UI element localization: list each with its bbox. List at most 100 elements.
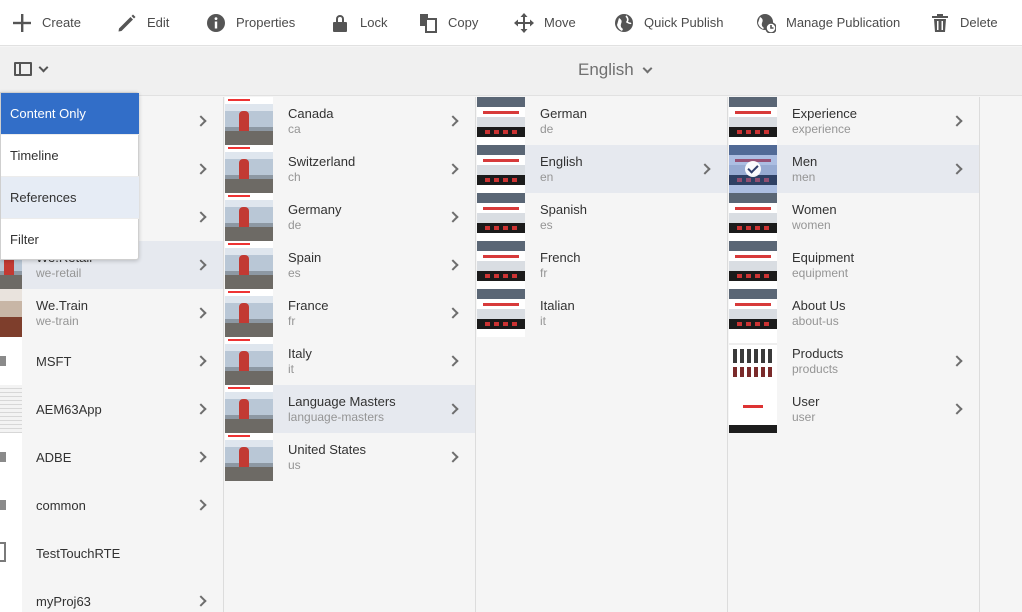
list-item[interactable]: Products products <box>729 337 979 385</box>
chevron-right-icon <box>447 451 459 463</box>
create-button[interactable]: Create <box>12 0 81 46</box>
item-title: Products <box>792 346 844 361</box>
list-item[interactable]: Canada ca <box>225 97 475 145</box>
item-subtitle: fr <box>540 266 548 280</box>
item-title: French <box>540 250 581 265</box>
item-title: Equipment <box>792 250 855 265</box>
lock-button[interactable]: Lock <box>330 0 387 46</box>
item-title: Experience <box>792 106 858 121</box>
action-toolbar: Create Edit Properties Lock Copy Move Qu… <box>0 0 1022 46</box>
item-subtitle: us <box>288 458 301 472</box>
thumbnail <box>225 241 273 289</box>
checkmark-icon[interactable] <box>745 161 761 177</box>
column-empty <box>981 97 1022 612</box>
list-item[interactable]: TestTouchRTE <box>0 529 223 577</box>
thumbnail <box>729 337 777 385</box>
item-title: Canada <box>288 106 334 121</box>
copy-icon <box>420 13 437 33</box>
list-item[interactable]: Experience experience <box>729 97 979 145</box>
copy-button[interactable]: Copy <box>418 0 478 46</box>
list-item[interactable]: Language Masters language-masters <box>225 385 475 433</box>
list-item[interactable]: French fr <box>477 241 727 289</box>
chevron-right-icon <box>951 403 963 415</box>
chevron-down-icon <box>38 62 49 72</box>
page-title-dropdown[interactable]: English <box>578 60 653 80</box>
list-item[interactable]: User user <box>729 385 979 433</box>
list-item[interactable]: Switzerland ch <box>225 145 475 193</box>
list-item[interactable]: Equipment equipment <box>729 241 979 289</box>
create-label: Create <box>42 15 82 30</box>
chevron-right-icon <box>195 307 207 319</box>
chevron-right-icon <box>447 259 459 271</box>
list-item-selected[interactable]: Men men <box>729 145 979 193</box>
list-item[interactable]: Italy it <box>225 337 475 385</box>
page-title: English <box>578 60 634 79</box>
item-subtitle: experience <box>792 122 851 136</box>
item-subtitle: language-masters <box>288 410 385 424</box>
list-item[interactable]: Women women <box>729 193 979 241</box>
move-button[interactable]: Move <box>514 0 576 46</box>
list-item[interactable]: United States us <box>225 433 475 481</box>
view-menu: Content Only Timeline References Filter <box>0 92 139 260</box>
list-item[interactable]: Spain es <box>225 241 475 289</box>
item-subtitle: en <box>540 170 554 184</box>
manage-publication-label: Manage Publication <box>786 15 901 30</box>
lock-label: Lock <box>360 15 388 30</box>
list-item[interactable]: common <box>0 481 223 529</box>
chevron-right-icon <box>447 163 459 175</box>
menu-item-content-only[interactable]: Content Only <box>1 93 139 135</box>
list-item[interactable]: France fr <box>225 289 475 337</box>
thumbnail <box>0 529 22 577</box>
side-panel-icon <box>14 62 32 76</box>
list-item[interactable]: Spanish es <box>477 193 727 241</box>
list-item[interactable]: German de <box>477 97 727 145</box>
thumbnail <box>0 433 22 481</box>
item-subtitle: es <box>540 218 553 232</box>
item-subtitle: de <box>540 122 554 136</box>
menu-item-timeline[interactable]: Timeline <box>1 135 139 177</box>
list-item[interactable]: About Us about-us <box>729 289 979 337</box>
item-subtitle: products <box>792 362 839 376</box>
item-title: We.Train <box>36 298 89 313</box>
column-countries: Canada ca Switzerland ch Germany de Spai… <box>225 97 476 612</box>
lock-icon <box>333 14 347 32</box>
chevron-right-icon <box>195 595 207 607</box>
list-item[interactable]: English en <box>477 145 727 193</box>
move-icon <box>514 12 534 33</box>
menu-item-references[interactable]: References <box>1 177 139 219</box>
menu-item-filter[interactable]: Filter <box>1 219 139 261</box>
trash-icon <box>932 13 948 32</box>
list-item[interactable]: MSFT <box>0 337 223 385</box>
chevron-right-icon <box>195 403 207 415</box>
manage-publication-button[interactable]: Manage Publication <box>756 0 900 46</box>
list-item[interactable]: ADBE <box>0 433 223 481</box>
list-item[interactable]: We.Train we-train <box>0 289 223 337</box>
chevron-right-icon <box>195 115 207 127</box>
item-subtitle: about-us <box>792 314 839 328</box>
chevron-right-icon <box>951 115 963 127</box>
thumbnail <box>225 145 273 193</box>
list-item[interactable]: myProj63 <box>0 577 223 612</box>
item-title: Women <box>792 202 837 217</box>
list-item[interactable]: Italian it <box>477 289 727 337</box>
plus-icon <box>13 13 31 32</box>
item-title: English <box>540 154 583 169</box>
edit-button[interactable]: Edit <box>117 0 169 46</box>
properties-label: Properties <box>236 15 296 30</box>
delete-label: Delete <box>960 15 998 30</box>
item-title: TestTouchRTE <box>36 546 121 561</box>
thumbnail <box>0 577 22 612</box>
column-languages: German de English en Spanish es French f… <box>477 97 728 612</box>
item-subtitle: user <box>792 410 816 424</box>
thumbnail <box>729 97 777 145</box>
delete-button[interactable]: Delete <box>930 0 998 46</box>
properties-button[interactable]: Properties <box>206 0 295 46</box>
item-title: Italy <box>288 346 312 361</box>
thumbnail <box>225 433 273 481</box>
list-item[interactable]: Germany de <box>225 193 475 241</box>
quick-publish-button[interactable]: Quick Publish <box>614 0 723 46</box>
item-subtitle: ch <box>288 170 301 184</box>
item-title: About Us <box>792 298 846 313</box>
list-item[interactable]: AEM63App <box>0 385 223 433</box>
rail-toggle-button[interactable] <box>14 62 49 76</box>
